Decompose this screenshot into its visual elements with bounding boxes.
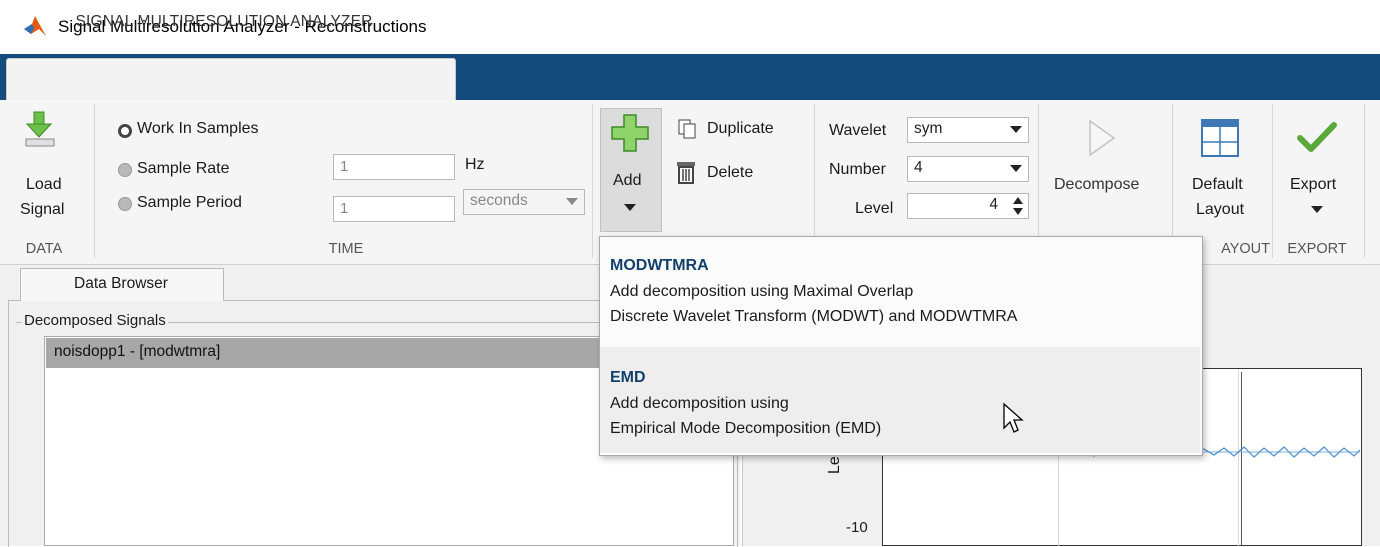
add-plus-icon xyxy=(611,114,649,152)
section-label-export: EXPORT xyxy=(1287,241,1347,257)
data-browser-tab-label: Data Browser xyxy=(74,275,168,292)
spinner-up-icon[interactable] xyxy=(1013,197,1023,204)
tab-signal-multiresolution-analyzer[interactable] xyxy=(6,58,456,103)
duplicate-label: Duplicate xyxy=(707,120,774,137)
wavelet-label: Wavelet xyxy=(829,122,887,139)
mouse-cursor-icon xyxy=(1003,402,1024,433)
add-label: Add xyxy=(613,172,642,189)
section-label-data: DATA xyxy=(25,241,63,257)
radio-sample-period[interactable] xyxy=(118,197,132,211)
decomposed-signals-label: Decomposed Signals xyxy=(22,312,168,329)
tab-label: SIGNAL MULTIRESOLUTION ANALYZER xyxy=(75,13,373,30)
delete-label: Delete xyxy=(707,164,754,181)
menu-item-title: MODWTMRA xyxy=(610,257,709,274)
section-label-time: TIME xyxy=(328,241,364,257)
menu-item-desc: Add decomposition using Maximal Overlap xyxy=(610,283,914,300)
load-label-line2: Signal xyxy=(20,201,65,218)
decompose-label: Decompose xyxy=(1054,176,1140,193)
play-icon xyxy=(1089,119,1116,157)
number-value: 4 xyxy=(914,159,923,176)
wavelet-value: sym xyxy=(914,120,943,137)
number-dropdown[interactable]: 4 xyxy=(907,156,1029,182)
load-signal-icon xyxy=(25,111,55,147)
checkmark-icon xyxy=(1297,122,1337,152)
radio-sample-rate[interactable] xyxy=(118,163,132,177)
period-unit-value: seconds xyxy=(470,192,528,209)
chevron-down-icon xyxy=(566,198,578,205)
wavelet-dropdown[interactable]: sym xyxy=(907,117,1029,143)
spinner-down-icon[interactable] xyxy=(1013,208,1023,215)
separator xyxy=(1272,104,1273,258)
hz-unit-label: Hz xyxy=(465,156,485,173)
level-label: Level xyxy=(855,200,894,217)
separator xyxy=(1038,104,1039,258)
period-unit-dropdown[interactable]: seconds xyxy=(463,189,585,215)
plot-ytick: -10 xyxy=(846,519,868,536)
layout-grid-icon xyxy=(1201,119,1239,157)
menu-item-desc: Add decomposition using xyxy=(610,395,789,412)
export-label: Export xyxy=(1290,176,1337,193)
sample-rate-label: Sample Rate xyxy=(137,160,230,177)
chevron-down-icon xyxy=(1010,126,1022,133)
number-label: Number xyxy=(829,161,886,178)
separator xyxy=(1364,104,1365,258)
export-chevron-down-icon xyxy=(1311,206,1323,213)
default-layout-line1: Default xyxy=(1192,176,1243,193)
separator xyxy=(94,104,95,258)
trash-icon xyxy=(677,162,695,184)
menu-item-title: EMD xyxy=(610,369,646,386)
chevron-down-icon xyxy=(1010,165,1022,172)
list-item-label: noisdopp1 - [modwtmra] xyxy=(54,343,221,360)
menu-item-desc: Discrete Wavelet Transform (MODWT) and M… xyxy=(610,308,1018,325)
work-in-samples-label: Work In Samples xyxy=(137,120,259,137)
separator xyxy=(1172,104,1173,258)
sample-period-input[interactable]: 1 xyxy=(333,196,455,222)
radio-work-in-samples[interactable] xyxy=(118,124,132,138)
add-chevron-down-icon xyxy=(624,204,636,211)
plot-ylabel: Le xyxy=(826,456,843,474)
load-label-line1: Load xyxy=(26,176,62,193)
default-layout-line2: Layout xyxy=(1196,201,1245,218)
level-spinner[interactable]: 4 xyxy=(907,193,1029,219)
sample-period-label: Sample Period xyxy=(137,194,242,211)
separator xyxy=(592,104,593,258)
menu-item-desc: Empirical Mode Decomposition (EMD) xyxy=(610,420,882,437)
separator xyxy=(814,104,815,258)
sample-rate-input[interactable]: 1 xyxy=(333,154,455,180)
duplicate-icon xyxy=(678,119,696,139)
level-value: 4 xyxy=(989,196,998,213)
